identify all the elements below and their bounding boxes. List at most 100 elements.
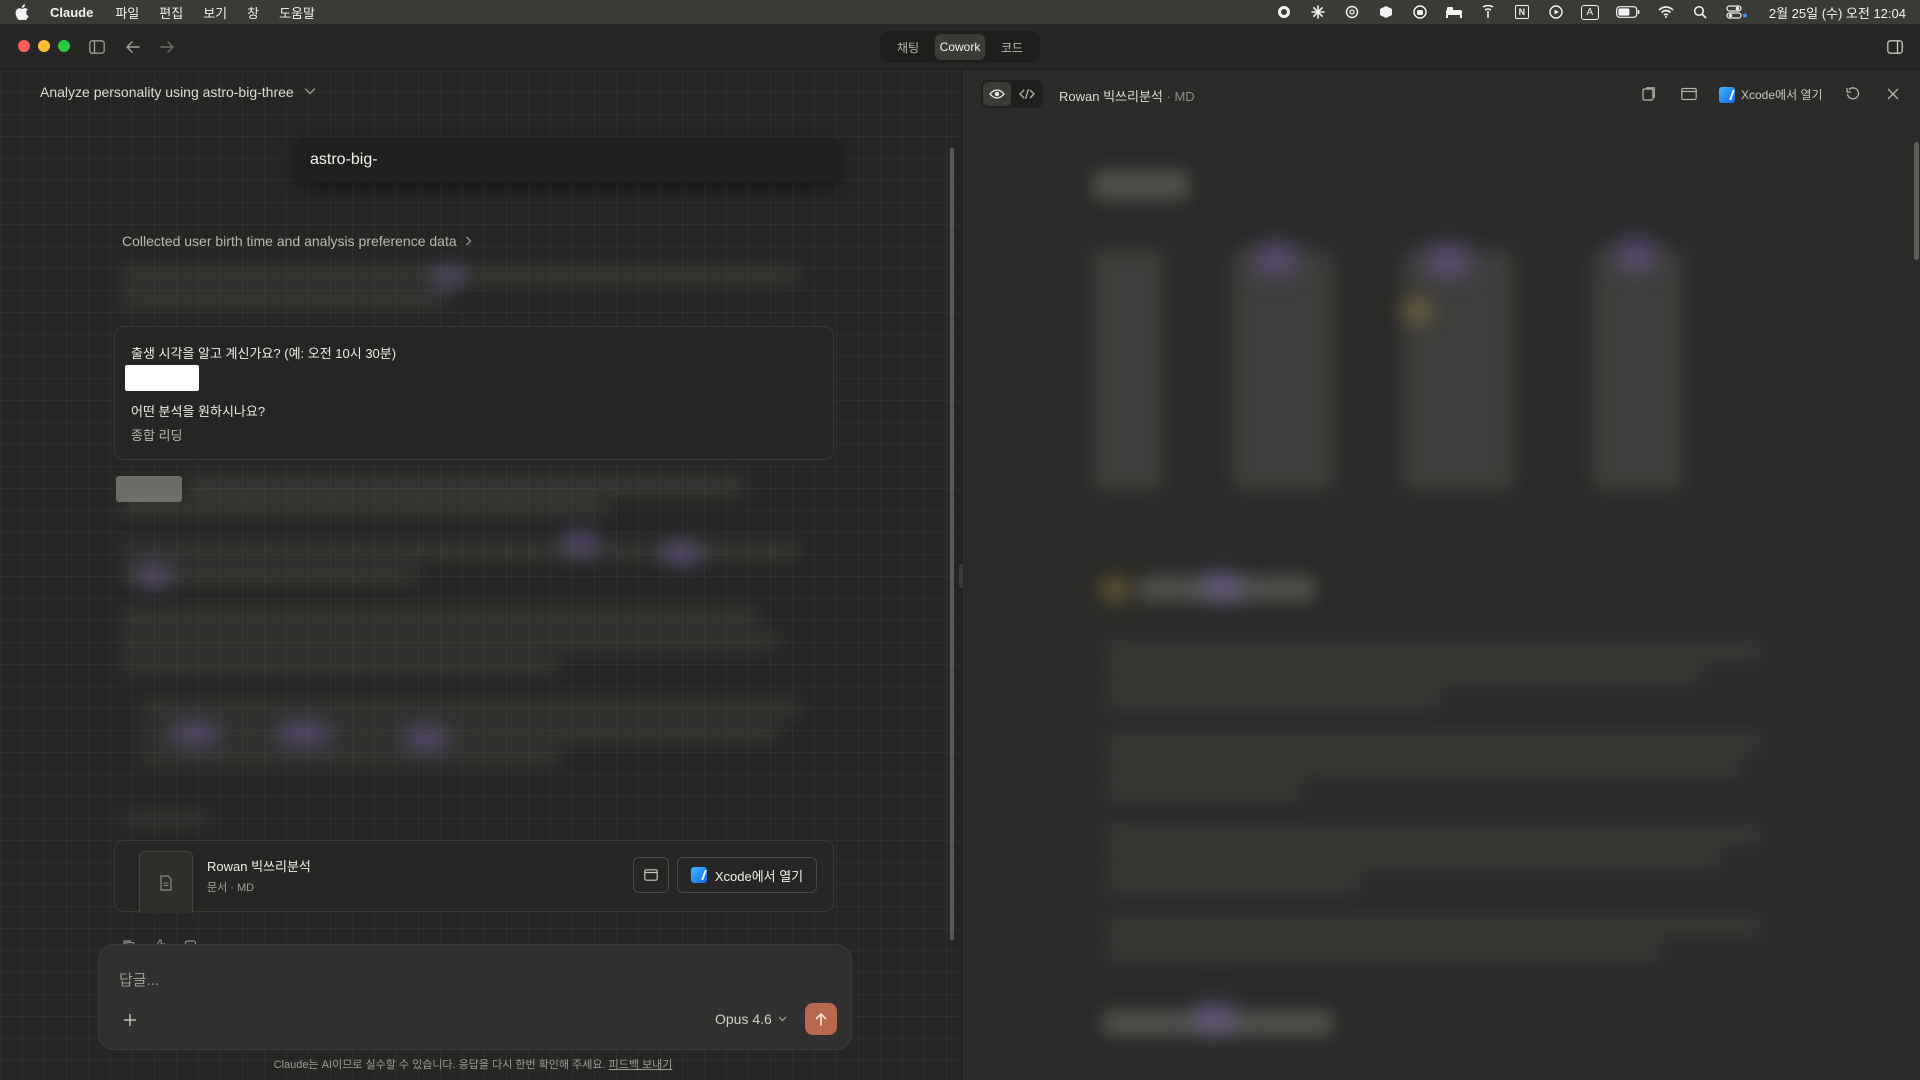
blurred-heading — [1093, 170, 1189, 200]
blurred-text — [120, 610, 760, 624]
blurred-paragraph — [1103, 828, 1763, 842]
blurred-highlight — [1423, 242, 1473, 278]
collected-data-label: Collected user birth time and analysis p… — [122, 233, 457, 249]
blurred-highlight — [404, 726, 450, 750]
message-composer: 답글... Opus 4.6 — [98, 944, 852, 1050]
blurred-highlight — [560, 530, 600, 556]
blurred-text — [140, 750, 560, 764]
wifi-icon[interactable] — [1657, 4, 1675, 20]
answer-redacted — [125, 365, 199, 391]
show-in-folder-button[interactable] — [633, 857, 669, 893]
blurred-paragraph — [1103, 852, 1723, 866]
app-menu-claude[interactable]: Claude — [50, 5, 93, 20]
blurred-highlight — [1613, 236, 1659, 272]
chat-panel: Analyze personality using astro-big-thre… — [0, 70, 962, 1080]
blurred-table-column — [1233, 250, 1333, 490]
refresh-icon[interactable] — [1843, 84, 1863, 104]
bed-icon[interactable] — [1445, 4, 1463, 20]
blurred-text — [120, 658, 560, 672]
minimize-window-button[interactable] — [38, 40, 50, 52]
chevron-right-icon — [465, 233, 472, 249]
blurred-text — [120, 292, 450, 306]
mode-switcher: 채팅 Cowork 코드 — [880, 31, 1040, 63]
skill-chip-label: astro-big- — [310, 151, 378, 168]
feedback-link[interactable]: 피드백 보내기 — [609, 1059, 673, 1071]
input-source-letter: A — [1580, 4, 1599, 20]
open-in-xcode-button[interactable]: Xcode에서 열기 — [677, 857, 817, 893]
notion-icon[interactable]: N — [1513, 4, 1531, 20]
xcode-icon — [690, 867, 707, 883]
answer-analysis-type: 종합 리딩 — [131, 428, 183, 443]
mode-tab-code[interactable]: 코드 — [987, 34, 1037, 60]
right-panel-toggle-icon[interactable] — [1884, 36, 1906, 58]
copy-document-icon[interactable] — [1639, 84, 1659, 104]
chat-title-dropdown[interactable]: Analyze personality using astro-big-thre… — [40, 84, 316, 100]
chevron-down-icon — [778, 1016, 787, 1022]
blurred-paragraph — [1103, 760, 1743, 774]
blurred-link — [120, 814, 210, 824]
preview-doc-title: Rowan 빅쓰리분석 · MD — [1059, 86, 1195, 105]
battery-icon[interactable] — [1615, 4, 1641, 20]
blurred-highlight — [134, 564, 174, 588]
chat-title-text: Analyze personality using astro-big-thre… — [40, 84, 294, 100]
skill-chip[interactable]: astro-big- — [296, 138, 840, 182]
box-icon[interactable] — [1377, 4, 1395, 20]
blurred-paragraph — [1103, 876, 1363, 890]
copilot-icon[interactable] — [1411, 4, 1429, 20]
xcode-icon — [1719, 86, 1735, 103]
folder-icon[interactable] — [1679, 84, 1699, 104]
blurred-table-column — [1093, 250, 1163, 490]
blurred-paragraph — [1103, 644, 1763, 658]
reply-input[interactable]: 답글... — [119, 969, 159, 990]
preview-doc-name: Rowan 빅쓰리분석 — [1059, 89, 1163, 104]
forward-arrow-icon[interactable] — [156, 36, 178, 58]
preview-eye-icon[interactable] — [983, 82, 1011, 106]
close-window-button[interactable] — [18, 40, 30, 52]
close-icon[interactable] — [1883, 84, 1903, 104]
plus-icon — [124, 1014, 136, 1026]
model-name: Opus 4.6 — [715, 1011, 772, 1027]
disclaimer-text: Claude는 AI이므로 실수할 수 있습니다. 응답을 다시 한번 확인해 … — [273, 1059, 606, 1071]
document-preview-panel: Rowan 빅쓰리분석 · MD Xcode에서 열기 — [963, 70, 1920, 1080]
blurred-highlight — [660, 540, 704, 566]
chatgpt-icon[interactable] — [1343, 4, 1361, 20]
menu-edit[interactable]: 편집 — [159, 3, 183, 22]
mode-tab-chat[interactable]: 채팅 — [883, 34, 933, 60]
antenna-icon[interactable] — [1479, 4, 1497, 20]
menu-help[interactable]: 도움말 — [279, 3, 315, 22]
menubar-clock[interactable]: 2월 25일 (수) 오전 12:04 — [1769, 3, 1906, 22]
preview-open-in-xcode-button[interactable]: Xcode에서 열기 — [1719, 86, 1823, 103]
model-selector[interactable]: Opus 4.6 — [715, 1011, 787, 1027]
spotlight-icon[interactable] — [1691, 4, 1709, 20]
zoom-window-button[interactable] — [58, 40, 70, 52]
file-attachment-card[interactable]: Rowan 빅쓰리분석 문서 · MD Xcode에서 열기 — [114, 840, 834, 913]
preview-scrollbar[interactable] — [1914, 142, 1919, 260]
play-icon[interactable] — [1547, 4, 1565, 20]
question-birth-time: 출생 시각을 알고 계신가요? (예: 오전 10시 30분) — [131, 346, 397, 361]
control-center-icon[interactable] — [1725, 4, 1749, 20]
preview-doc-type: · MD — [1162, 89, 1195, 104]
input-source-icon[interactable]: A — [1580, 4, 1599, 20]
preview-header: Rowan 빅쓰리분석 · MD Xcode에서 열기 — [963, 70, 1920, 120]
blurred-highlight — [170, 722, 220, 746]
record-icon[interactable] — [1275, 4, 1293, 20]
blurred-highlight — [1193, 1000, 1237, 1034]
qa-summary-card: 출생 시각을 알고 계신가요? (예: 오전 10시 30분) 어떤 분석을 원… — [114, 326, 834, 460]
blurred-highlight — [1403, 300, 1431, 322]
code-view-icon[interactable] — [1013, 82, 1041, 106]
menu-file[interactable]: 파일 — [115, 3, 139, 22]
add-attachment-button[interactable] — [119, 1009, 141, 1031]
back-arrow-icon[interactable] — [122, 36, 144, 58]
sidebar-toggle-icon[interactable] — [86, 36, 108, 58]
collected-data-summary[interactable]: Collected user birth time and analysis p… — [122, 233, 472, 249]
sparkle-icon[interactable] — [1309, 4, 1327, 20]
chat-scrollbar[interactable] — [950, 148, 954, 940]
menu-view[interactable]: 보기 — [203, 3, 227, 22]
apple-icon[interactable] — [14, 4, 30, 20]
menu-bar: Claude 파일 편집 보기 창 도움말 N A 2월 25일 (수) 오전 … — [0, 0, 1920, 24]
blurred-text — [140, 702, 800, 716]
mode-tab-cowork[interactable]: Cowork — [935, 34, 985, 60]
blurred-table-column — [1593, 250, 1683, 490]
send-button[interactable] — [805, 1003, 837, 1035]
menu-window[interactable]: 창 — [247, 3, 259, 22]
